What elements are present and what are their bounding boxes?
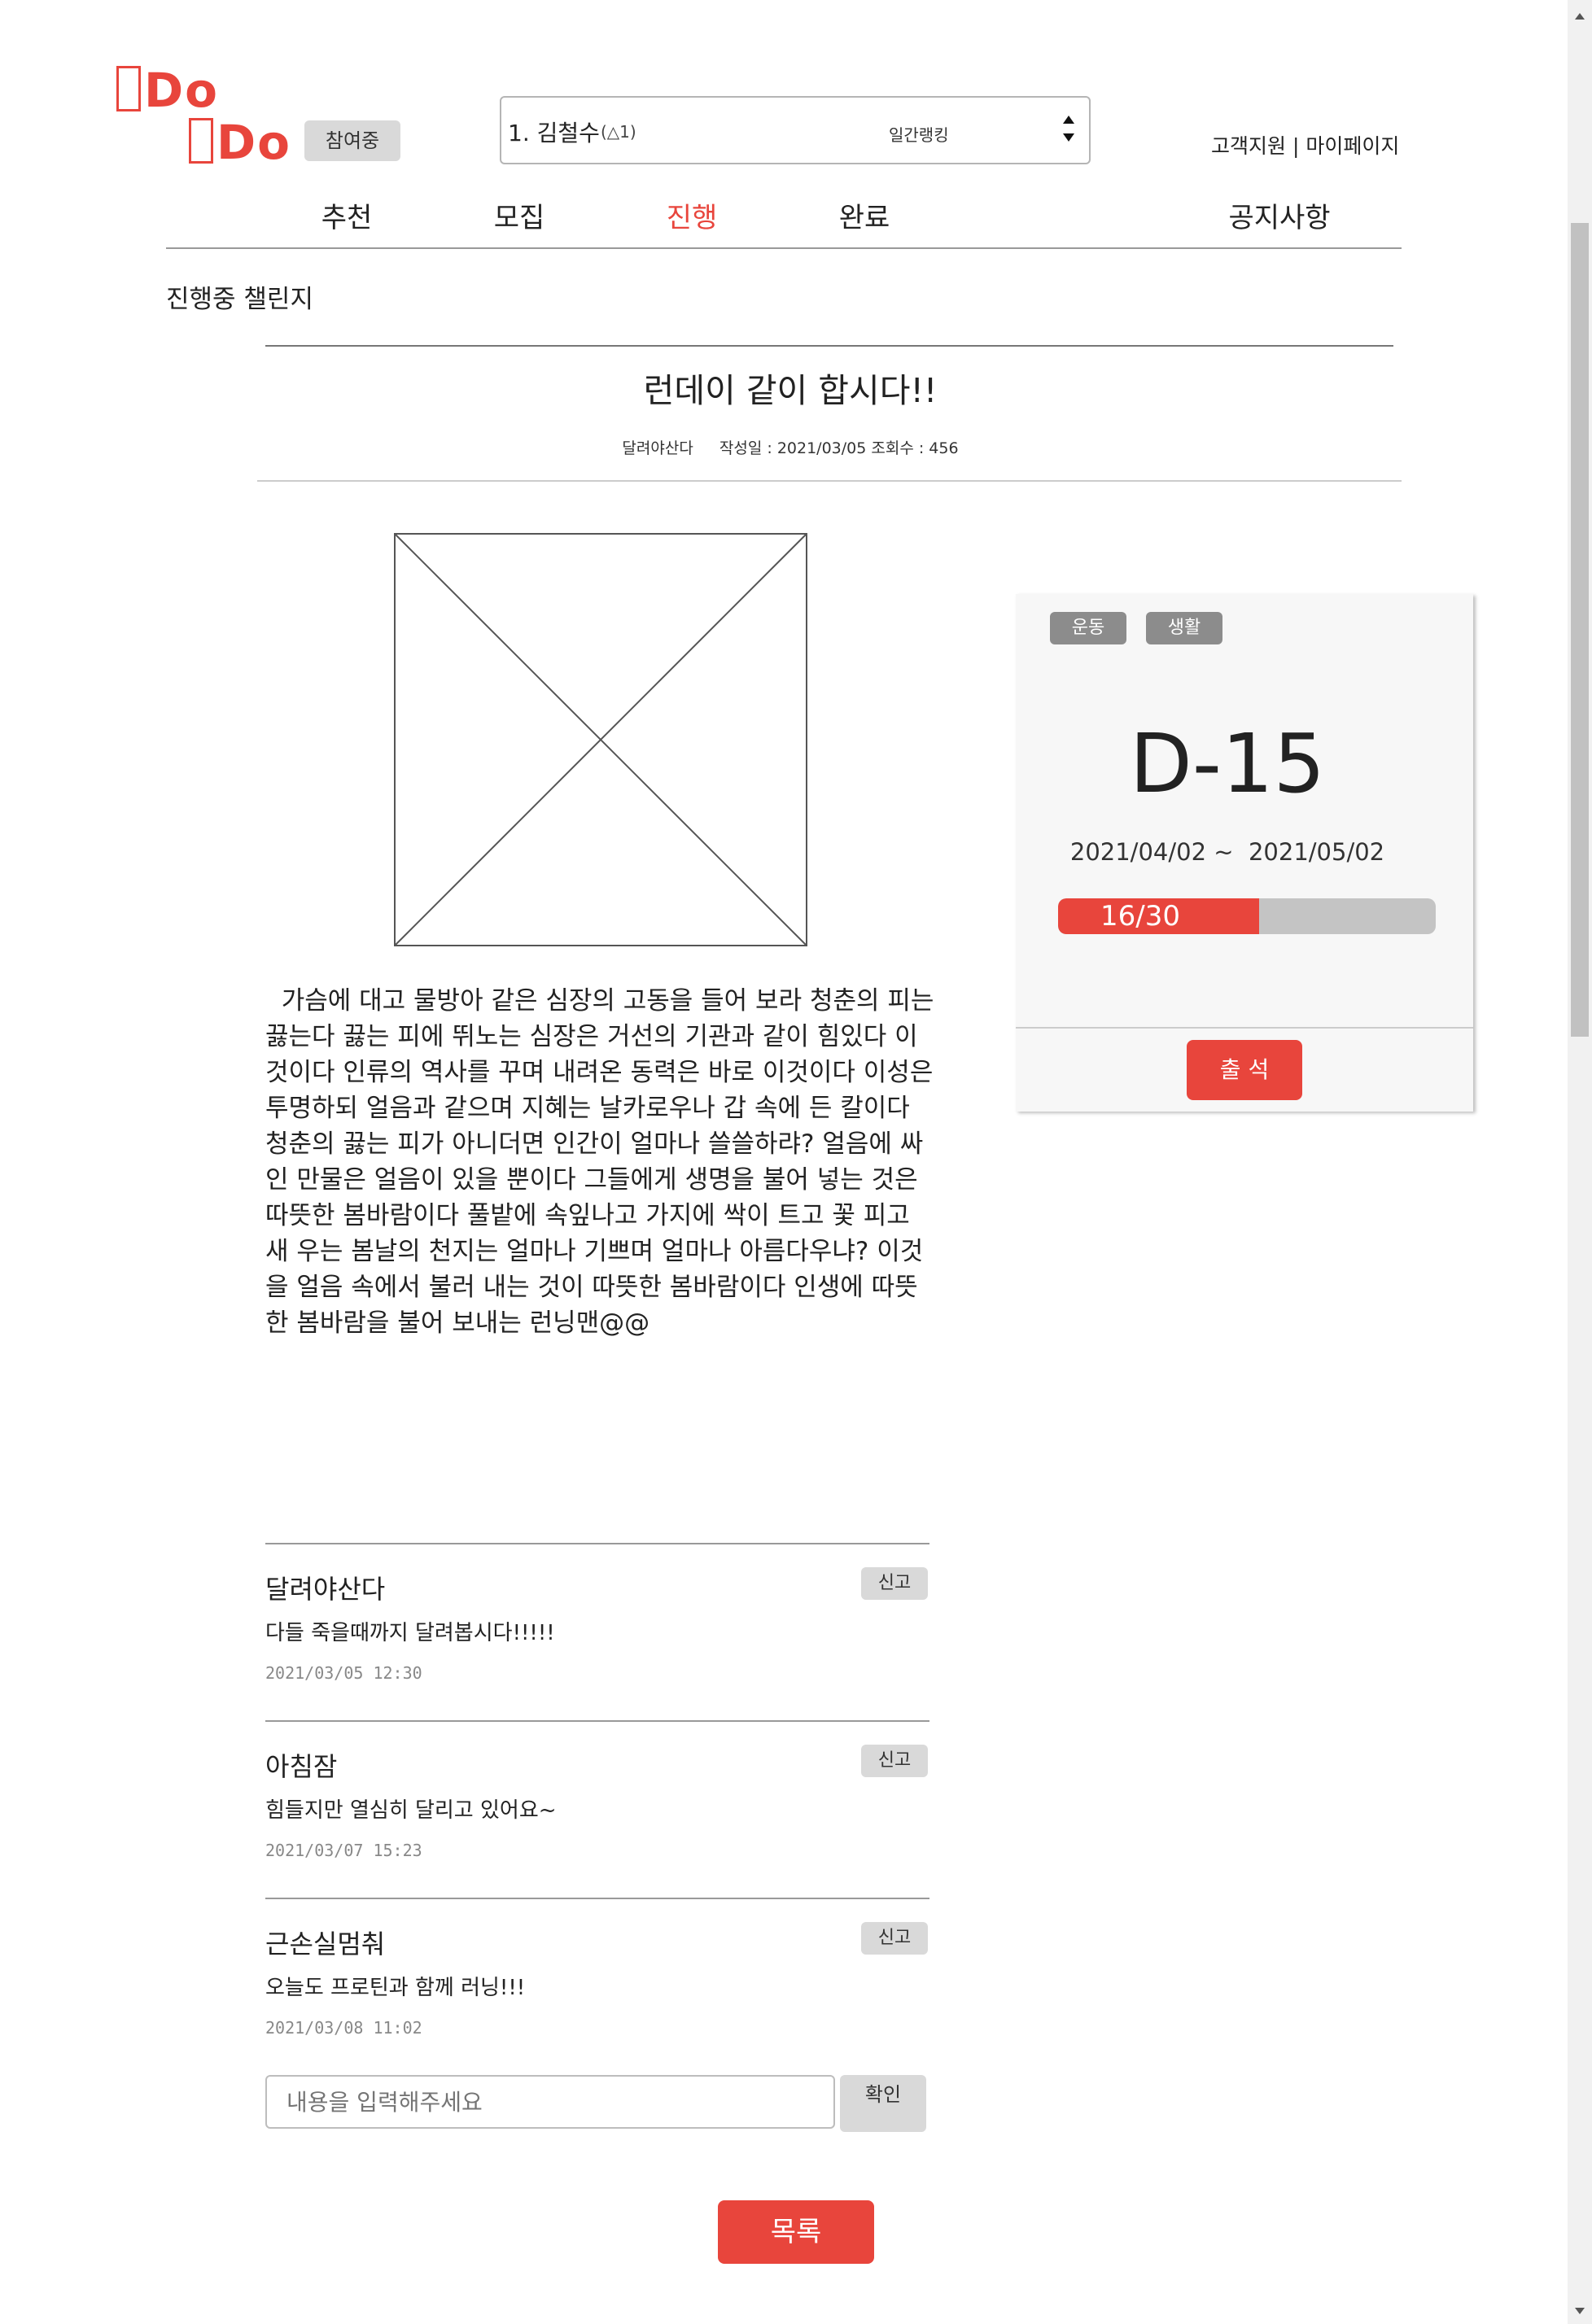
tab-recruit[interactable]: 모집 [430, 195, 609, 235]
notice-link[interactable]: 공지사항 [1190, 195, 1369, 235]
logo-line-2[interactable]: Do [189, 117, 291, 168]
participating-badge[interactable]: 참여중 [304, 120, 400, 161]
post-views: 조회수 : 456 [871, 439, 959, 457]
comment-item: 근손실멈춰 신고 오늘도 프로틴과 함께 러닝!!! 2021/03/08 11… [265, 1899, 929, 2077]
card-divider [1016, 1027, 1473, 1029]
link-separator: | [1292, 134, 1300, 158]
challenge-card: 운동 생활 D-15 2021/04/02 ~ 2021/05/02 16/30… [1016, 594, 1473, 1112]
image-placeholder-icon [394, 533, 807, 946]
comment-item: 아침잠 신고 힘들지만 열심히 달리고 있어요~ 2021/03/07 15:2… [265, 1722, 929, 1899]
challenge-period: 2021/04/02 ~ 2021/05/02 [1069, 838, 1385, 866]
report-button[interactable]: 신고 [861, 1922, 928, 1955]
comment-author: 아침잠 [265, 1751, 338, 1782]
ranking-select[interactable]: 1. 김철수 (△1) 일간랭킹 [500, 96, 1091, 164]
post-body: 가슴에 대고 물방아 같은 심장의 고동을 들어 보라 청춘의 피는 끓는다 끓… [265, 986, 943, 1338]
select-arrows-icon [1061, 112, 1076, 148]
comment-text: 힘들지만 열심히 달리고 있어요~ [265, 1798, 557, 1823]
support-link[interactable]: 고객지원 [1211, 134, 1286, 158]
ranking-change: (△1) [601, 122, 636, 142]
post-image-placeholder [394, 533, 807, 946]
post-meta-divider [257, 480, 1402, 482]
post-date: 작성일 : 2021/03/05 [719, 439, 867, 457]
logo-line-1[interactable]: Do [116, 65, 219, 116]
logo-text-2: Do [216, 115, 291, 170]
scrollbar-thumb[interactable] [1571, 223, 1589, 1037]
post-author: 달려야산다 [622, 439, 693, 457]
comment-author: 달려야산다 [265, 1574, 386, 1605]
report-button[interactable]: 신고 [861, 1745, 928, 1777]
mypage-link[interactable]: 마이페이지 [1306, 134, 1399, 158]
comment-submit-button[interactable]: 확인 [840, 2075, 926, 2132]
section-title: 진행중 챌린지 [166, 285, 313, 314]
page-scrollbar[interactable] [1568, 0, 1592, 2324]
ranking-value: 1. 김철수 [508, 120, 600, 146]
logo-glyph-icon [189, 118, 213, 164]
list-button[interactable]: 목록 [718, 2200, 874, 2264]
logo-glyph-icon [116, 66, 141, 111]
dday-counter: D-15 [1129, 716, 1326, 811]
scroll-down-icon[interactable] [1574, 2303, 1585, 2318]
tag-life: 생활 [1146, 612, 1222, 644]
attendance-progress-label: 16/30 [1100, 900, 1180, 933]
comment-input[interactable] [265, 2075, 835, 2129]
scroll-up-icon[interactable] [1574, 8, 1585, 24]
tab-completed[interactable]: 완료 [775, 195, 954, 235]
post-title: 런데이 같이 합시다!! [643, 371, 938, 410]
post-meta: 달려야산다 작성일 : 2021/03/05 조회수 : 456 [265, 436, 1315, 458]
comment-text: 오늘도 프로틴과 함께 러닝!!! [265, 1976, 526, 2000]
comment-item: 달려야산다 신고 다들 죽을때까지 달려봅시다!!!!! 2021/03/05 … [265, 1544, 929, 1722]
comment-date: 2021/03/08 11:02 [265, 2018, 422, 2038]
comment-date: 2021/03/07 15:23 [265, 1841, 422, 1860]
attend-button[interactable]: 출 석 [1187, 1040, 1302, 1100]
comment-author: 근손실멈춰 [265, 1929, 386, 1959]
report-button[interactable]: 신고 [861, 1567, 928, 1600]
tab-in-progress[interactable]: 진행 [602, 195, 781, 235]
nav-divider [166, 247, 1402, 249]
comment-date: 2021/03/05 12:30 [265, 1663, 422, 1683]
top-links: 고객지원 | 마이페이지 [1211, 130, 1399, 159]
post-top-divider [265, 345, 1393, 347]
ranking-select-label: 일간랭킹 [889, 125, 949, 145]
tag-exercise: 운동 [1050, 612, 1126, 644]
attendance-progress-bar: 16/30 [1058, 898, 1436, 934]
tab-recommend[interactable]: 추천 [257, 195, 436, 235]
comment-text: 다들 죽을때까지 달려봅시다!!!!! [265, 1621, 555, 1645]
logo-text-1: Do [144, 63, 219, 118]
